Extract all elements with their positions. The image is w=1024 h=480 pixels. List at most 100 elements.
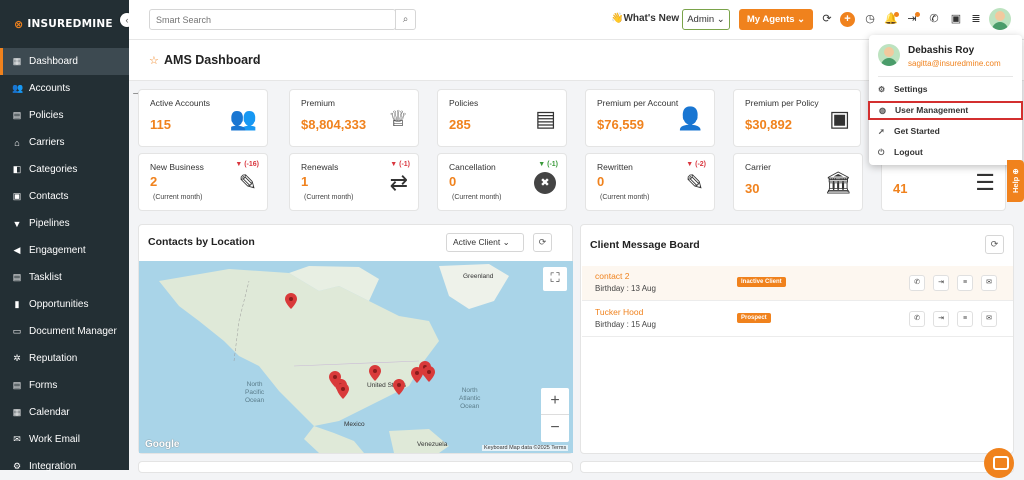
location-map[interactable]: Greenland United States North Pacific Oc… — [139, 261, 573, 453]
sidebar-item-carriers[interactable]: ⌂ Carriers — [0, 129, 129, 156]
refresh-icon[interactable]: ⟳ — [985, 235, 1004, 254]
phone-icon[interactable]: ✆ — [909, 275, 925, 291]
sidebar-item-label: Carriers — [29, 137, 65, 148]
card-subtext: (Current month) — [153, 194, 203, 201]
mail-icon[interactable]: ✉ — [981, 311, 997, 327]
contacts-by-location-panel: Contacts by Location Active Client ⌄ ⟳ G… — [138, 224, 573, 454]
zoom-out-button[interactable]: − — [541, 415, 569, 442]
map-attribution[interactable]: Keyboard Map data ©2025 Terms — [482, 445, 569, 451]
card-label: Premium — [301, 98, 336, 108]
map-marker-icon[interactable] — [337, 383, 349, 399]
search-input[interactable] — [149, 9, 396, 30]
phone-icon[interactable]: ✆ — [927, 12, 941, 25]
grid-icon: ▦ — [12, 56, 22, 66]
stat-card[interactable]: Rewritten 0 (Current month) ▼ (-2) ✎ — [585, 153, 715, 211]
menu-item-user-management[interactable]: ◍ User Management — [868, 101, 1023, 120]
funnel-icon: ▼ — [12, 218, 22, 229]
database-icon[interactable]: ≣ — [969, 12, 983, 25]
brand-logo[interactable]: ⊗ INSUREDMINE — [0, 0, 129, 48]
sidebar-item-label: Opportunities — [29, 299, 89, 310]
sidebar-item-tasklist[interactable]: ▤ Tasklist — [0, 264, 129, 291]
menu-item-settings[interactable]: ⚙ Settings — [869, 80, 1022, 99]
menu-item-get-started[interactable]: ➚ Get Started — [869, 122, 1022, 141]
sidebar-item-forms[interactable]: ▤ Forms — [0, 372, 129, 399]
open-icon[interactable]: ⇥ — [933, 311, 949, 327]
sidebar-item-label: Categories — [29, 164, 78, 175]
sidebar-item-policies[interactable]: ▤ Policies — [0, 102, 129, 129]
plus-icon[interactable]: + — [840, 12, 855, 27]
help-tab[interactable]: Help ⊕ — [1007, 160, 1024, 202]
sidebar-item-label: Forms — [29, 380, 58, 391]
admin-select[interactable]: Admin ⌄ — [682, 9, 730, 30]
note-icon[interactable]: ≡ — [957, 311, 973, 327]
search-icon[interactable]: ⌕ — [395, 9, 416, 30]
sidebar-item-document-manager[interactable]: ▭ Document Manager — [0, 318, 129, 345]
sync-icon[interactable]: ⟳ — [820, 12, 834, 25]
table-row: Tucker Hood Birthday : 15 Aug Prospect ✆ ⇥ ≡ ✉ — [582, 302, 1013, 337]
map-marker-icon[interactable] — [423, 366, 435, 382]
chat-bubble-icon[interactable] — [984, 448, 1014, 478]
map-marker-icon[interactable] — [369, 365, 381, 381]
map-marker-icon[interactable] — [285, 293, 297, 309]
stat-card[interactable]: Premium per Policy $30,892 ▣ — [733, 89, 861, 147]
map-label-greenland: Greenland — [463, 273, 494, 280]
sidebar-item-label: Pipelines — [29, 218, 70, 229]
stat-card[interactable]: Carrier 30 🏛 — [733, 153, 863, 211]
stat-card[interactable]: Active Accounts 115 👥 — [138, 89, 268, 147]
map-marker-icon[interactable] — [393, 379, 405, 395]
star-icon[interactable]: ☆ — [149, 54, 159, 67]
note-icon[interactable]: ≡ — [957, 275, 973, 291]
card-value: 2 — [150, 174, 158, 189]
card-value: 41 — [893, 181, 908, 196]
my-agents-button[interactable]: My Agents ⌄ — [739, 9, 813, 30]
admin-select-label: Admin — [687, 14, 715, 25]
stat-card[interactable]: Renewals 1 (Current month) ▼ (-1) ⇄ — [289, 153, 419, 211]
sidebar-item-contacts[interactable]: ▣ Contacts — [0, 183, 129, 210]
stat-card[interactable]: Premium $8,804,333 ♕ — [289, 89, 419, 147]
chip-icon[interactable]: ▣ — [949, 12, 963, 25]
card-label: Renewals — [301, 162, 339, 172]
whats-new-link[interactable]: 👋What's New — [611, 13, 679, 24]
mail-icon: ✉ — [13, 434, 21, 444]
sidebar-item-engagement[interactable]: ◀ Engagement — [0, 237, 129, 264]
clock-icon[interactable]: ◷ — [863, 12, 877, 25]
avatar[interactable] — [989, 8, 1011, 30]
sidebar-item-accounts[interactable]: 👥 Accounts — [0, 75, 129, 102]
sidebar-item-work-email[interactable]: ✉ Work Email — [0, 426, 129, 453]
contact-name-link[interactable]: contact 2 — [595, 271, 630, 281]
refresh-icon[interactable]: ⟳ — [533, 233, 552, 252]
card-value: $76,559 — [597, 117, 644, 132]
document-icon: ▤ — [12, 110, 22, 120]
stat-card[interactable]: Policies 285 ▤ — [437, 89, 567, 147]
phone-icon[interactable]: ✆ — [909, 311, 925, 327]
card-subtext: (Current month) — [600, 194, 650, 201]
stat-card[interactable]: Premium per Account $76,559 👤 — [585, 89, 715, 147]
menu-item-label: Logout — [894, 147, 923, 157]
open-icon[interactable]: ⇥ — [933, 275, 949, 291]
stat-card[interactable]: New Business 2 (Current month) ▼ (-16) ✎ — [138, 153, 268, 211]
sidebar-item-calendar[interactable]: ▦ Calendar — [0, 399, 129, 426]
list-icon: ☰ — [975, 170, 995, 195]
sidebar-item-label: Document Manager — [29, 326, 117, 337]
client-filter-select[interactable]: Active Client ⌄ — [446, 233, 524, 252]
fullscreen-icon[interactable]: ⛶ — [543, 267, 567, 291]
sidebar-item-dashboard[interactable]: ▦ Dashboard — [0, 48, 129, 75]
top-header: ⌕ 👋What's New Admin ⌄ My Agents ⌄ ⟳ + ◷ … — [129, 0, 1024, 40]
sidebar-item-reputation[interactable]: ✲ Reputation — [0, 345, 129, 372]
sidebar-nav: ▦ Dashboard 👥 Accounts ▤ Policies ⌂ Carriers ◧ Ca… — [0, 48, 129, 480]
zoom-in-button[interactable]: + — [541, 388, 569, 415]
mail-icon[interactable]: ✉ — [981, 275, 997, 291]
menu-item-logout[interactable]: ⏻ Logout — [869, 143, 1022, 162]
page-title[interactable]: AMS Dashboard — [164, 53, 261, 67]
chevron-down-icon[interactable]: ⌄ — [254, 55, 262, 66]
stat-card[interactable]: Cancellation 0 (Current month) ▼ (-1) ✖ — [437, 153, 567, 211]
sidebar-item-opportunities[interactable]: ▮ Opportunities — [0, 291, 129, 318]
sidebar-item-categories[interactable]: ◧ Categories — [0, 156, 129, 183]
card-value: 1 — [301, 174, 309, 189]
card-value: 30 — [745, 181, 760, 196]
contact-name-link[interactable]: Tucker Hood — [595, 307, 643, 317]
sidebar-item-pipelines[interactable]: ▼ Pipelines — [0, 210, 129, 237]
sidebar-item-integration[interactable]: ⚙ Integration — [0, 453, 129, 480]
map-label-venezuela: Venezuela — [417, 441, 448, 448]
gear-icon: ⚙ — [878, 85, 886, 94]
